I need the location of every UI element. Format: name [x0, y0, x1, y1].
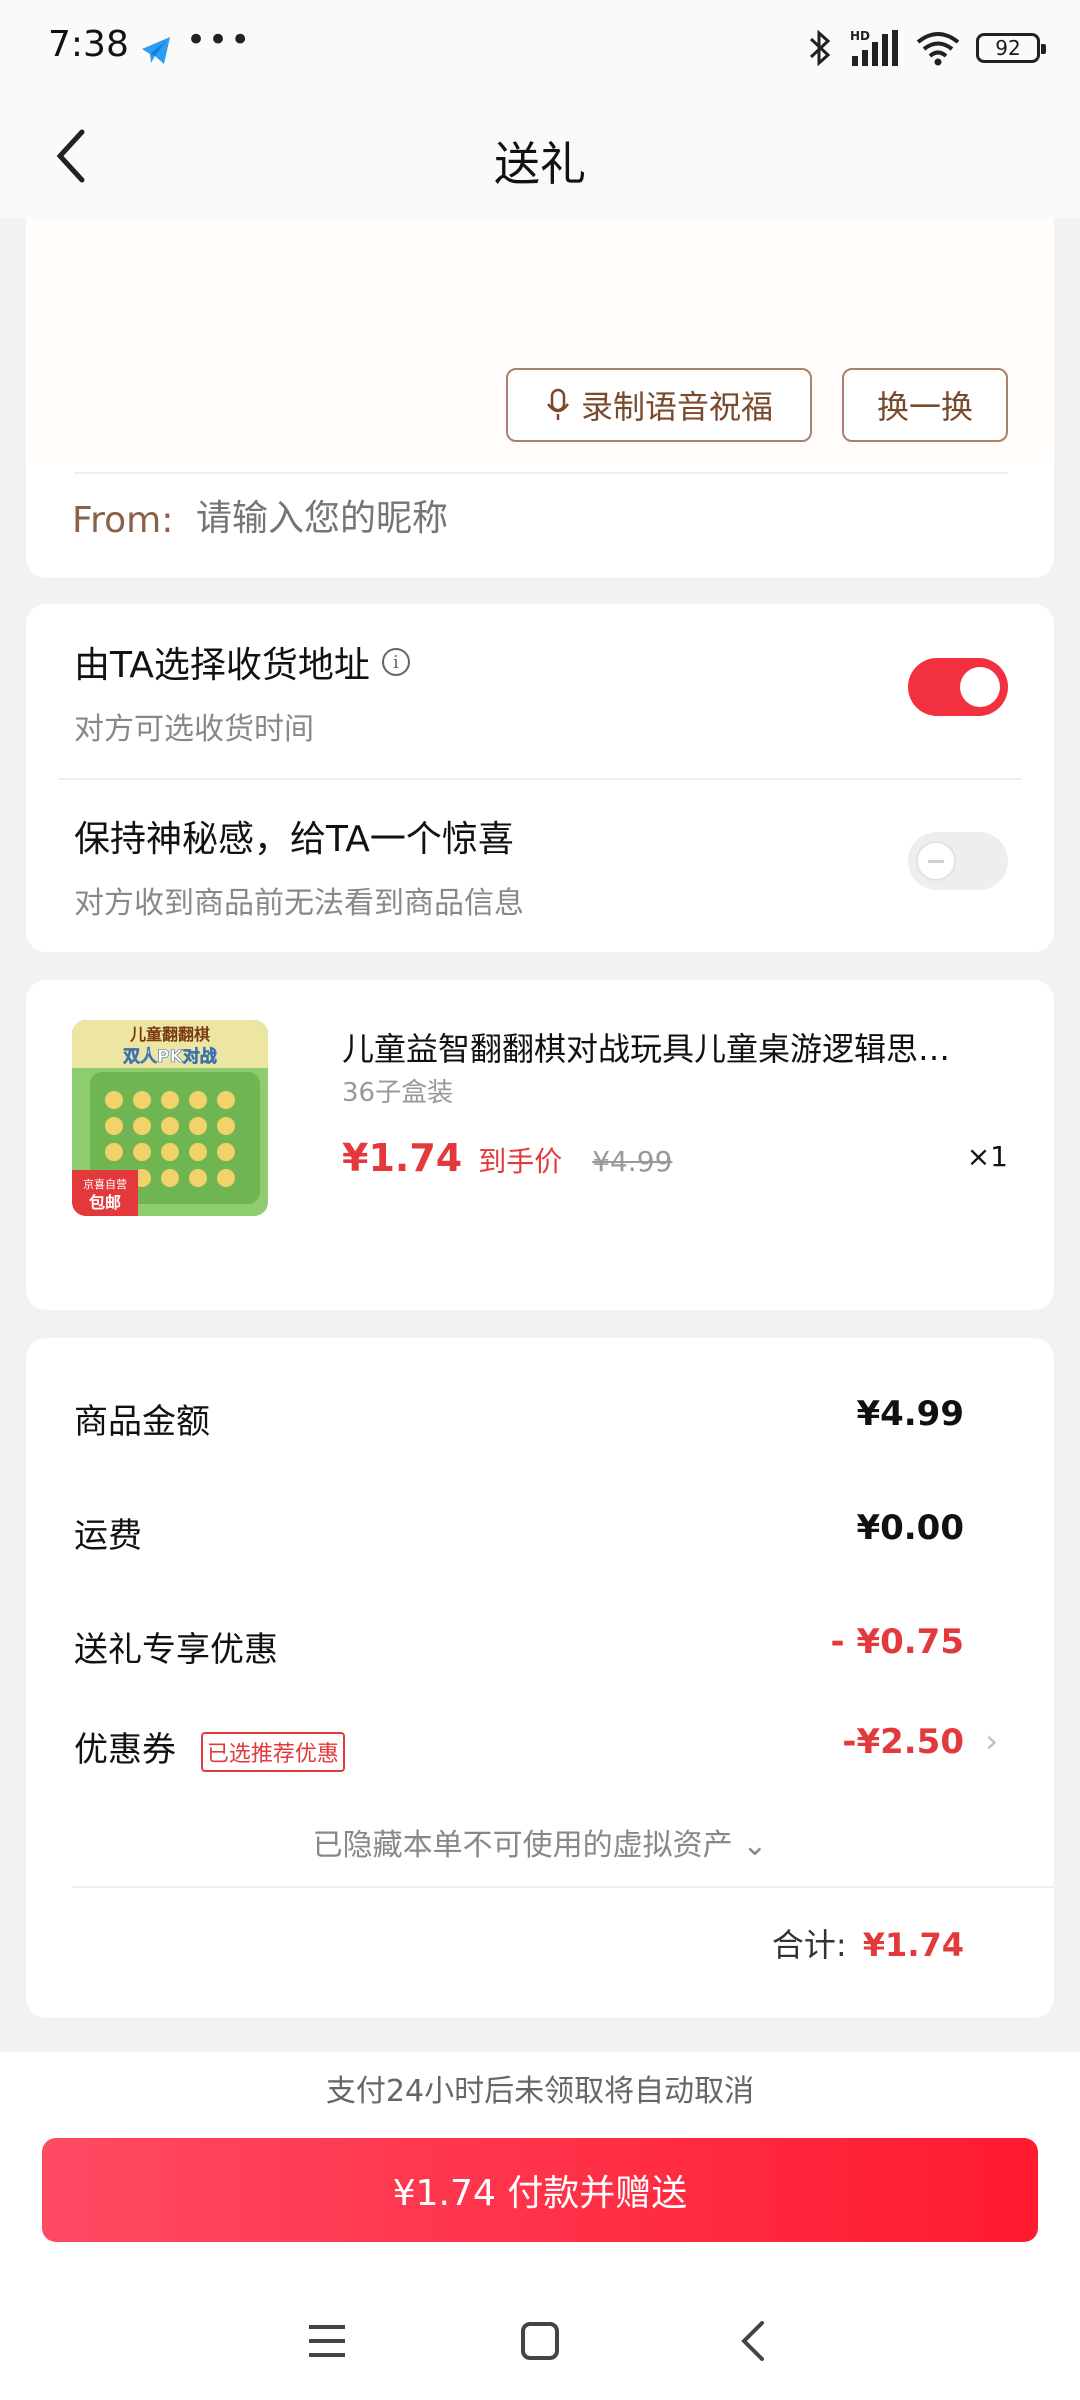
- hidden-assets-toggle[interactable]: 已隐藏本单不可使用的虚拟资产 ⌄: [26, 1820, 1054, 1864]
- network-type-label: HD: [850, 29, 870, 43]
- address-option-subtitle: 对方可选收货时间: [74, 712, 314, 747]
- image-title-text: 儿童翻翻棋: [129, 1025, 210, 1044]
- product-spec: 36子盒装: [342, 1078, 454, 1108]
- price-summary-card: 商品金额 ¥4.99 运费 ¥0.00 送礼专享优惠 - ¥0.75 优惠券 已…: [26, 1338, 1054, 2018]
- mystery-option-title: 保持神秘感，给TA一个惊喜: [74, 819, 514, 860]
- bottom-bar: 支付24小时后未领取将自动取消 ¥1.74 付款并赠送: [0, 2052, 1080, 2400]
- image-badge-top-text: 京喜自营: [83, 1177, 127, 1191]
- product-image-graphic: 儿童翻翻棋 双人PK对战 京喜自营 包邮: [72, 1020, 268, 1216]
- nickname-input[interactable]: [196, 498, 896, 539]
- gift-discount-row: 送礼专享优惠 - ¥0.75: [74, 1622, 964, 1671]
- telegram-icon: [142, 37, 170, 64]
- shipping-row: 运费 ¥0.00: [74, 1508, 964, 1557]
- address-option-label: 由TA选择收货地址: [74, 645, 370, 686]
- mystery-toggle[interactable]: [908, 832, 1008, 890]
- pay-and-gift-button[interactable]: ¥1.74 付款并赠送: [42, 2138, 1038, 2242]
- chevron-right-icon[interactable]: ›: [985, 1722, 998, 1760]
- coupon-row[interactable]: 优惠券 已选推荐优惠 -¥2.50 ›: [74, 1722, 998, 1772]
- final-price-tag: 到手价: [478, 1145, 563, 1178]
- coupon-value: -¥2.50: [842, 1722, 964, 1762]
- address-toggle[interactable]: [908, 658, 1008, 716]
- divider: [72, 1886, 1054, 1888]
- bluetooth-icon: [809, 29, 831, 67]
- shipping-value: ¥0.00: [856, 1508, 964, 1548]
- gift-message-card: 录制语音祝福 换一换 From:: [26, 218, 1054, 578]
- signal-icon: HD: [850, 29, 898, 66]
- coupon-label: 优惠券: [74, 1730, 176, 1770]
- total-amount: ¥1.74: [862, 1926, 964, 1964]
- image-subtitle-text: 双人PK对战: [123, 1046, 217, 1067]
- free-shipping-badge-text: 包邮: [89, 1193, 121, 1212]
- product-name: 儿童益智翻翻棋对战玩具儿童桌游逻辑思…: [342, 1030, 951, 1068]
- gift-discount-value: - ¥0.75: [830, 1622, 965, 1662]
- status-more-icon: •••: [186, 20, 253, 60]
- shipping-label: 运费: [74, 1516, 142, 1556]
- mystery-option-subtitle: 对方收到商品前无法看到商品信息: [74, 886, 524, 921]
- goods-amount-row: 商品金额 ¥4.99: [74, 1394, 964, 1443]
- goods-amount-label: 商品金额: [74, 1402, 210, 1442]
- battery-indicator: 92: [976, 33, 1046, 63]
- wifi-icon: [916, 32, 960, 66]
- hidden-assets-label: 已隐藏本单不可使用的虚拟资产: [312, 1828, 733, 1863]
- home-icon[interactable]: [510, 2311, 570, 2371]
- product-price-row: ¥1.74 到手价 ¥4.99: [342, 1136, 672, 1180]
- record-voice-label: 录制语音祝福: [580, 388, 773, 426]
- status-bar: 7:38 ••• HD 92: [0, 0, 1080, 96]
- address-option-row: 由TA选择收货地址 i 对方可选收货时间: [26, 604, 1054, 778]
- original-price: ¥4.99: [592, 1145, 673, 1178]
- mystery-option-row: 保持神秘感，给TA一个惊喜 对方收到商品前无法看到商品信息: [26, 778, 1054, 952]
- product-image[interactable]: 儿童翻翻棋 双人PK对战 京喜自营 包邮: [72, 1020, 268, 1216]
- chevron-down-icon: ⌄: [742, 1828, 768, 1863]
- status-icons: HD 92: [806, 28, 1046, 68]
- gift-options-card: 由TA选择收货地址 i 对方可选收货时间 保持神秘感，给TA一个惊喜 对方收到商…: [26, 604, 1054, 952]
- microphone-icon: [546, 388, 570, 420]
- toggle-knob: [916, 841, 956, 881]
- info-icon[interactable]: i: [381, 648, 410, 676]
- total-row: 合计: ¥1.74: [772, 1920, 964, 1966]
- menu-icon[interactable]: [297, 2311, 357, 2371]
- total-label: 合计:: [771, 1926, 847, 1964]
- nav-bar: 送礼: [0, 96, 1080, 218]
- system-navigation-bar: [0, 2282, 1080, 2400]
- product-card[interactable]: 儿童翻翻棋 双人PK对战 京喜自营 包邮 儿童益智翻翻棋对战玩具儿童桌游逻辑思……: [26, 980, 1054, 1310]
- address-option-title: 由TA选择收货地址 i: [74, 636, 410, 688]
- divider: [74, 472, 1008, 474]
- toggle-knob: [960, 667, 1000, 707]
- gift-discount-label: 送礼专享优惠: [74, 1630, 278, 1670]
- record-voice-button[interactable]: 录制语音祝福: [506, 368, 812, 442]
- status-time: 7:38: [48, 24, 129, 65]
- page-title: 送礼: [494, 137, 586, 191]
- goods-amount-value: ¥4.99: [856, 1394, 964, 1434]
- switch-message-button[interactable]: 换一换: [842, 368, 1008, 442]
- product-quantity: ×1: [966, 1140, 1008, 1173]
- product-price: ¥1.74: [342, 1136, 463, 1180]
- back-icon[interactable]: [723, 2311, 783, 2371]
- from-label: From:: [72, 500, 174, 541]
- coupon-badge: 已选推荐优惠: [200, 1731, 345, 1772]
- auto-cancel-notice: 支付24小时后未领取将自动取消: [325, 2074, 755, 2109]
